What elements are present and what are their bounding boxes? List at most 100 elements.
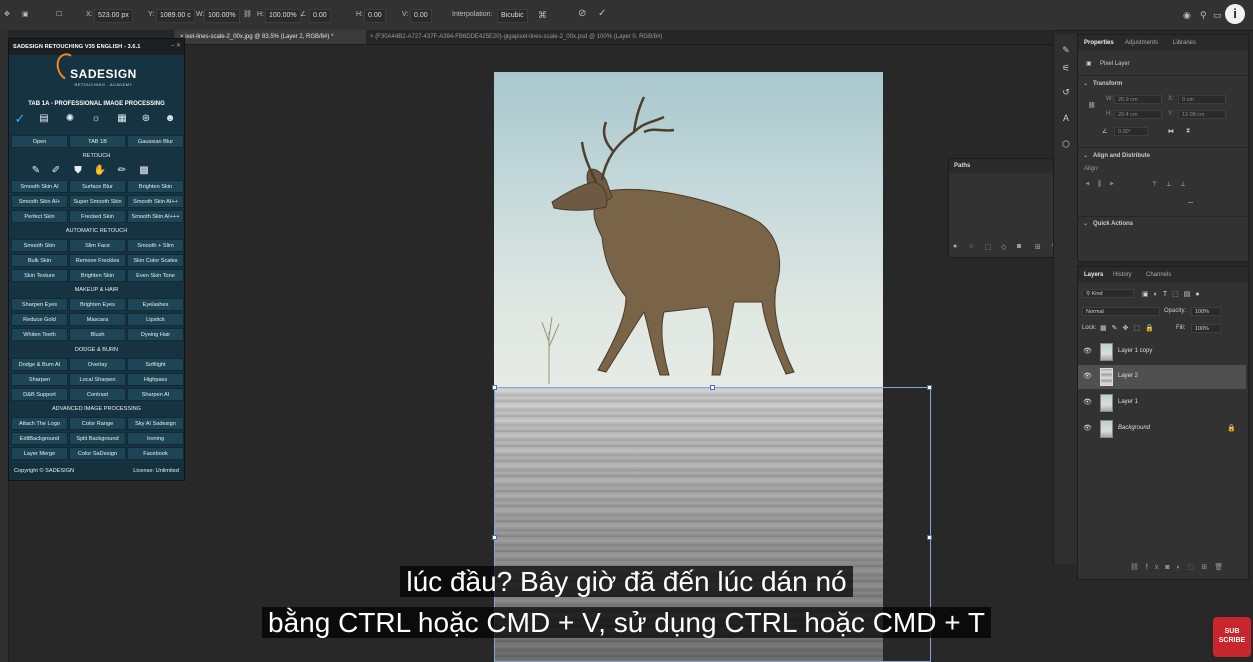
check-icon[interactable]: ✓ (11, 111, 29, 127)
info-icon[interactable]: i (1225, 4, 1245, 24)
interpolation-select[interactable]: Bicubic (497, 9, 528, 23)
sadesign-button[interactable]: Sharpen AI (127, 388, 184, 401)
flip-vertical-icon[interactable]: ⧗ (1186, 128, 1190, 135)
sadesign-button[interactable]: Eyelashes (127, 298, 184, 311)
transform-handle-top[interactable] (710, 385, 715, 390)
layer-filter-icons[interactable]: ▣◐T⬚▤● (1142, 290, 1205, 298)
adjustments-icon[interactable]: ⚟ (1058, 60, 1074, 76)
sadesign-button[interactable]: Smooth Skin AI++ (127, 195, 184, 208)
prop-angle-input[interactable]: 0.00° (1114, 127, 1148, 136)
layer-kind-filter[interactable]: ⚲ Kind (1082, 289, 1134, 298)
tab-adjustments[interactable]: Adjustments (1125, 35, 1158, 51)
sadesign-button[interactable]: Ironing (127, 432, 184, 445)
sadesign-button[interactable]: Lipstick (127, 313, 184, 326)
stamp-icon[interactable]: ⛊ (69, 163, 87, 179)
character-icon[interactable]: A (1058, 110, 1074, 126)
prop-w-input[interactable]: 26.9 cm (1114, 95, 1162, 104)
flip-horizontal-icon[interactable]: ⧓ (1168, 128, 1174, 135)
user-icon[interactable]: ☻ (161, 111, 179, 127)
sadesign-button[interactable]: Local Sharpen (69, 373, 126, 386)
align-vertical-buttons-icon[interactable]: ⊤⊥⊥ (1152, 181, 1195, 188)
fill-input[interactable]: 100% (1191, 324, 1221, 333)
sadesign-button[interactable]: Gaussian Blur (127, 135, 184, 148)
brush-settings-icon[interactable]: ✎ (1058, 42, 1074, 58)
sadesign-button[interactable]: Facebook (127, 447, 184, 460)
sadesign-button[interactable]: Brighten Eyes (69, 298, 126, 311)
sadesign-button[interactable]: Highpass (127, 373, 184, 386)
3d-icon[interactable]: ⬡ (1058, 136, 1074, 152)
load-selection-icon[interactable]: ⬚ (985, 243, 992, 251)
tab-close-icon[interactable]: × (370, 34, 374, 40)
file-icon[interactable]: ▦ (113, 111, 131, 127)
sadesign-button[interactable]: Blush (69, 328, 126, 341)
tab-layers[interactable]: Layers (1084, 267, 1103, 283)
sadesign-button[interactable]: Smooth + Slim (127, 239, 184, 252)
commit-transform-icon[interactable]: ✓ (598, 8, 606, 20)
reference-checkbox-icon[interactable]: ☐ (56, 9, 62, 21)
stroke-path-icon[interactable]: ○ (969, 243, 973, 250)
sadesign-button[interactable]: Split Background (69, 432, 126, 445)
sadesign-button[interactable]: Whiten Teeth (11, 328, 68, 341)
h-input[interactable]: 100.00% (265, 9, 301, 23)
document-icon[interactable]: ▤ (35, 111, 53, 127)
sadesign-button[interactable]: Softlight (127, 358, 184, 371)
eye-icon[interactable]: 👁 (1083, 424, 1092, 432)
brush-icon[interactable]: ✎ (27, 163, 45, 179)
sadesign-button[interactable]: Slim Face (69, 239, 126, 252)
link-icon[interactable]: ⛓ (243, 9, 252, 21)
smudge-icon[interactable]: ✋ (91, 163, 109, 179)
link-proportions-icon[interactable]: ⛓ (1088, 102, 1096, 109)
sadesign-button[interactable]: Even Skin Tone (127, 269, 184, 282)
tab-document-2[interactable]: × (F30A44B2-A727-437F-A394-FB6DDE425E20)… (364, 30, 736, 44)
sadesign-button[interactable]: Skin Color Scales (127, 254, 184, 267)
sadesign-button[interactable]: Perfect Skin (11, 210, 68, 223)
sadesign-button[interactable]: Open (11, 135, 68, 148)
chevron-down-icon[interactable]: ⌄ (1083, 220, 1088, 227)
layer-row[interactable]: 👁 Layer 1 copy (1078, 340, 1246, 364)
search-icon[interactable]: ⚲ (1200, 9, 1207, 21)
layer-row[interactable]: 👁 Layer 1 (1078, 391, 1246, 415)
subscribe-badge[interactable]: SUB SCRIBE (1213, 617, 1251, 657)
prop-x-input[interactable]: 0 cm (1178, 95, 1226, 104)
sadesign-button[interactable]: Remove Freckles (69, 254, 126, 267)
sadesign-button[interactable]: Color SaDesign (69, 447, 126, 460)
angle-input[interactable]: 0.00 (309, 9, 331, 23)
align-buttons-icon[interactable]: ⫷⫼⫸ (1086, 181, 1123, 188)
opacity-input[interactable]: 100% (1191, 307, 1221, 316)
move-tool-icon[interactable]: ✥ (4, 9, 10, 21)
w-input[interactable]: 100.00% (204, 9, 240, 23)
make-work-path-icon[interactable]: ◇ (1001, 243, 1006, 251)
tab-document-1[interactable]: × ixel-lines-scale-2_00x.jpg @ 83.5% (La… (174, 30, 366, 44)
chevron-down-icon[interactable]: ⌄ (1083, 80, 1088, 87)
sadesign-button[interactable]: Sky AI Sadesign (127, 417, 184, 430)
layer-row[interactable]: 👁 Background 🔒 (1078, 417, 1246, 441)
tab-libraries[interactable]: Libraries (1173, 35, 1196, 51)
hskew-input[interactable]: 0.00 (364, 9, 386, 23)
sadesign-button[interactable]: Color Range (69, 417, 126, 430)
sadesign-button[interactable]: Frecked Skin (69, 210, 126, 223)
layer-row-selected[interactable]: 👁 Layer 2 (1078, 365, 1246, 389)
sadesign-button[interactable]: Smooth Skin AI+ (11, 195, 68, 208)
vskew-input[interactable]: 0.00 (410, 9, 432, 23)
transform-handle-right[interactable] (927, 535, 932, 540)
eye-icon[interactable]: 👁 (1083, 398, 1092, 406)
eye-icon[interactable]: 👁 (1083, 372, 1092, 380)
tab-properties[interactable]: Properties (1084, 35, 1114, 51)
chevron-down-icon[interactable]: ⌄ (1083, 152, 1088, 159)
transform-handle-top-right[interactable] (927, 385, 932, 390)
sadesign-button[interactable]: Overlay (69, 358, 126, 371)
sun-icon[interactable]: ☼ (87, 111, 105, 127)
sadesign-button[interactable]: Mascara (69, 313, 126, 326)
warp-icon[interactable]: ⌘ (538, 9, 547, 21)
y-input[interactable]: 1089.00 c (156, 9, 195, 23)
cancel-transform-icon[interactable]: ⊘ (578, 8, 586, 20)
color-circles-icon[interactable]: ⊛ (137, 111, 155, 127)
sadesign-button[interactable]: Surface Blur (69, 180, 126, 193)
tab-history[interactable]: History (1113, 267, 1132, 283)
grid-icon[interactable]: ▩ (135, 163, 153, 179)
transform-handle-top-left[interactable] (492, 385, 497, 390)
sadesign-button[interactable]: Brighten Skin (127, 180, 184, 193)
sadesign-button[interactable]: Bulk Skin (11, 254, 68, 267)
prop-y-input[interactable]: 12.08 cm (1178, 110, 1226, 119)
blend-mode-select[interactable]: Normal (1082, 307, 1160, 316)
